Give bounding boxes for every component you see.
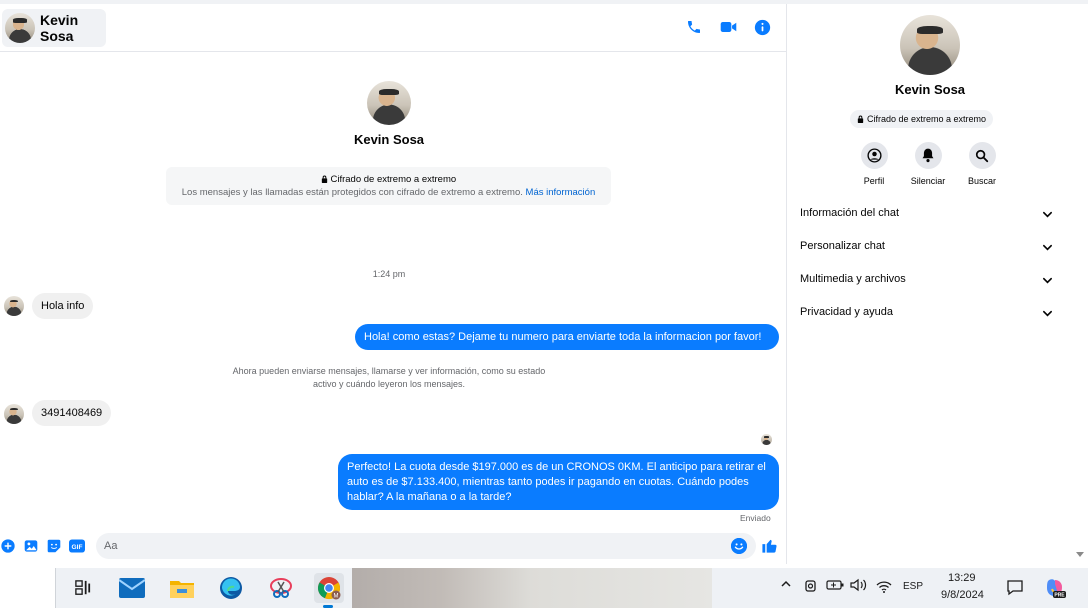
seen-avatar <box>761 434 772 445</box>
chrome-browser-icon[interactable]: M <box>314 573 344 603</box>
taskbar-search-box[interactable] <box>0 568 56 608</box>
e2ee-description: Los mensajes y las llamadas están proteg… <box>166 187 611 198</box>
snipping-tool-icon[interactable] <box>266 573 296 603</box>
more-info-link[interactable]: Más información <box>526 187 596 198</box>
contact-name: Kevin Sosa <box>40 12 79 44</box>
section-label: Personalizar chat <box>800 240 885 252</box>
profile-button[interactable]: Perfil <box>849 142 899 186</box>
file-explorer-icon[interactable] <box>167 573 197 603</box>
profile-avatar[interactable] <box>900 15 960 75</box>
message-outgoing: Perfecto! La cuota desde $197.000 es de … <box>338 454 779 510</box>
search-label: Buscar <box>967 176 996 186</box>
task-view-icon[interactable] <box>68 573 98 603</box>
chat-header: Kevin Sosa <box>0 4 786 52</box>
mute-button[interactable]: Silenciar <box>903 142 953 186</box>
page-scrollbar[interactable] <box>1072 4 1088 564</box>
avatar <box>5 13 35 43</box>
lock-icon <box>857 115 864 123</box>
e2ee-badge: Cifrado de extremo a extremo <box>850 110 994 128</box>
message-incoming: Hola info <box>32 293 94 319</box>
chevron-down-icon <box>1043 310 1052 317</box>
svg-text:M: M <box>334 594 339 600</box>
taskbar: M ESP 13:29 9/8/2024 PRE <box>0 568 1088 608</box>
like-icon[interactable] <box>761 537 778 554</box>
section-customize-chat[interactable]: Personalizar chat <box>787 231 1067 264</box>
section-label: Información del chat <box>800 207 900 219</box>
copilot-badge: PRE <box>1054 593 1065 599</box>
conversation-contact-name: Kevin Sosa <box>353 132 425 147</box>
section-chat-info[interactable]: Información del chat <box>787 198 1067 231</box>
chevron-down-icon <box>1043 244 1052 251</box>
search-button[interactable]: Buscar <box>957 142 1007 186</box>
contact-chip[interactable]: Kevin Sosa <box>2 9 106 47</box>
profile-actions: Perfil Silenciar Buscar <box>787 142 1073 190</box>
video-camera-icon[interactable] <box>718 17 738 37</box>
scroll-down-arrow-icon[interactable] <box>1076 552 1084 557</box>
wifi-icon[interactable] <box>876 580 892 596</box>
notification-icon[interactable] <box>1006 579 1024 599</box>
conversation-avatar[interactable] <box>367 81 411 125</box>
mute-label: Silenciar <box>910 176 946 186</box>
chevron-down-icon <box>1043 211 1052 218</box>
clock-date[interactable]: 9/8/2024 <box>941 589 984 601</box>
battery-icon[interactable] <box>826 579 844 594</box>
gif-label: GIF <box>72 543 83 550</box>
header-actions <box>684 17 772 37</box>
volume-icon[interactable] <box>850 578 868 595</box>
edge-browser-icon[interactable] <box>216 573 246 603</box>
copilot-icon[interactable]: PRE <box>1044 577 1066 602</box>
message-avatar <box>4 296 24 316</box>
e2ee-title-text: Cifrado de extremo a extremo <box>330 174 457 185</box>
emoji-icon[interactable] <box>731 538 747 554</box>
message-outgoing: Hola! como estas? Dejame tu numero para … <box>355 324 779 350</box>
e2ee-notice: Cifrado de extremo a extremo Los mensaje… <box>166 167 611 205</box>
section-label: Multimedia y archivos <box>800 273 906 285</box>
chat-details-panel: Kevin Sosa Cifrado de extremo a extremo … <box>786 4 1072 564</box>
message-input[interactable] <box>96 533 756 559</box>
bell-icon <box>922 148 934 163</box>
meet-now-icon[interactable] <box>804 579 818 596</box>
lock-icon <box>321 175 328 183</box>
e2ee-badge-label: Cifrado de extremo a extremo <box>867 114 987 124</box>
mail-app-icon[interactable] <box>117 573 147 603</box>
profile-icon <box>866 148 882 163</box>
image-icon[interactable] <box>23 538 38 553</box>
phone-icon[interactable] <box>684 17 704 37</box>
chevron-down-icon <box>1043 277 1052 284</box>
sticker-icon[interactable] <box>46 538 61 553</box>
mute-button-circle <box>914 142 942 169</box>
plus-icon[interactable] <box>0 538 15 553</box>
system-note: Ahora pueden enviarse mensajes, llamarse… <box>232 366 546 389</box>
section-privacy-help[interactable]: Privacidad y ayuda <box>787 297 1067 330</box>
message-timestamp: 1:24 pm <box>372 269 406 279</box>
wallpaper-peek <box>352 568 712 608</box>
clock-time[interactable]: 13:29 <box>948 572 976 584</box>
message-avatar <box>4 404 24 424</box>
gif-icon[interactable]: GIF <box>69 538 85 553</box>
section-label: Privacidad y ayuda <box>800 306 893 318</box>
e2ee-title: Cifrado de extremo a extremo <box>166 174 611 185</box>
profile-name: Kevin Sosa <box>894 82 966 97</box>
chevron-up-icon[interactable] <box>780 578 792 593</box>
composer: GIF <box>0 532 786 560</box>
message-status: Enviado <box>740 513 771 523</box>
section-media-files[interactable]: Multimedia y archivos <box>787 264 1067 297</box>
profile-button-circle <box>860 142 888 169</box>
info-icon[interactable] <box>752 17 772 37</box>
conversation: Kevin Sosa Cifrado de extremo a extremo … <box>0 52 786 532</box>
profile-label: Perfil <box>863 176 885 186</box>
search-icon <box>975 149 989 162</box>
search-button-circle <box>968 142 996 169</box>
message-incoming: 3491408469 <box>32 400 112 426</box>
language-indicator[interactable]: ESP <box>903 581 923 592</box>
e2ee-description-text: Los mensajes y las llamadas están proteg… <box>181 187 523 198</box>
